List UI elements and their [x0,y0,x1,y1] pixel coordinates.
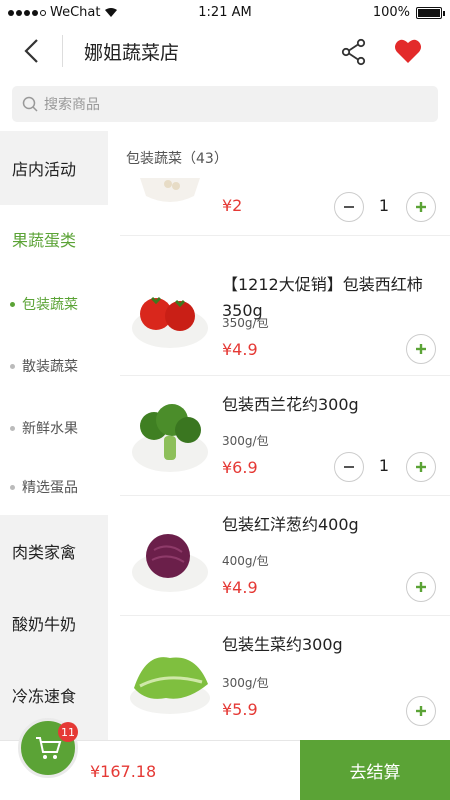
category-sidebar: 店内活动 果蔬蛋类 包装蔬菜 散装蔬菜 新鲜水果 精选蛋品 肉类家禽 酸奶牛奶 … [0,131,108,740]
plus-icon [416,202,426,212]
add-to-cart-button[interactable] [406,452,436,482]
product-price: ¥4.9 [222,578,258,597]
search-input[interactable]: 搜索商品 [12,86,438,122]
product-item-tomato[interactable]: 【1212大促销】包装西红柿350g 350g/包 ¥4.9 [120,256,450,376]
sidebar-subitem-bulk-veg[interactable]: 散装蔬菜 [0,335,108,397]
plus-icon [416,582,426,592]
product-item-lettuce[interactable]: 包装生菜约300g 300g/包 ¥5.9 [120,616,450,736]
battery-label: 100% [372,5,410,20]
favorite-heart-icon[interactable] [394,38,422,64]
product-item-onion[interactable]: 包装红洋葱约400g 400g/包 ¥4.9 [120,496,450,616]
add-to-cart-button[interactable] [406,696,436,726]
product-image-tomato [132,296,208,348]
battery-icon [416,6,445,19]
sidebar-subitem-label: 散装蔬菜 [22,359,78,375]
product-name: 包装红洋葱约400g [222,515,359,534]
product-spec: 300g/包 [222,434,269,448]
minus-icon [344,466,354,468]
sidebar-item-meat-poultry[interactable]: 肉类家禽 [0,519,108,583]
bullet-icon [10,484,15,490]
sidebar-subitem-label: 新鲜水果 [22,421,78,437]
minus-icon [344,206,354,208]
nav-divider [62,35,63,67]
sidebar-subitem-packaged-veg[interactable]: 包装蔬菜 [0,273,108,335]
product-price: ¥2 [222,196,243,215]
sidebar-item-label: 果蔬蛋类 [12,231,77,250]
nav-bar: 娜姐蔬菜店 [0,26,450,76]
status-right: 100% [372,5,445,20]
product-name: 包装西兰花约300g [222,395,359,414]
sidebar-subitem-eggs[interactable]: 精选蛋品 [0,459,108,515]
decrease-qty-button[interactable] [334,452,364,482]
share-icon[interactable] [340,38,368,66]
plus-icon [416,706,426,716]
page-title: 娜姐蔬菜店 [84,42,180,64]
add-to-cart-button[interactable] [406,334,436,364]
search-placeholder: 搜索商品 [44,97,100,113]
product-item-broccoli[interactable]: 包装西兰花约300g 300g/包 ¥6.9 1 [120,376,450,496]
product-name: 包装生菜约300g [222,635,343,654]
plus-icon [416,462,426,472]
back-icon[interactable] [18,36,48,66]
sidebar-item-fruit-veg-eggs[interactable]: 果蔬蛋类 [0,205,108,273]
category-header: 包装蔬菜（43） [126,151,228,167]
bullet-icon [10,425,15,431]
product-spec: 400g/包 [222,554,269,568]
product-spec: 300g/包 [222,676,269,690]
product-image-partial [140,178,200,202]
sidebar-item-frozen-food[interactable]: 冷冻速食 [0,663,108,727]
bullet-icon [10,301,15,307]
sidebar-item-label: 酸奶牛奶 [12,615,77,634]
quantity-value: 1 [378,196,390,215]
product-price: ¥6.9 [222,458,258,477]
product-price: ¥5.9 [222,700,258,719]
sidebar-subitem-label: 包装蔬菜 [22,297,78,313]
cart-total: ¥167.18 [90,762,157,781]
status-bar: WeChat 1:21 AM 100% [0,0,450,26]
decrease-qty-button[interactable] [334,192,364,222]
quantity-value: 1 [378,456,390,475]
bullet-icon [10,363,15,369]
plus-icon [416,344,426,354]
sidebar-item-label: 冷冻速食 [12,687,77,706]
cart-count-badge: 11 [58,722,78,742]
sidebar-subitem-label: 精选蛋品 [22,480,78,496]
sidebar-item-label: 肉类家禽 [12,543,77,562]
sidebar-item-label: 店内活动 [12,160,77,179]
product-image-lettuce [130,657,210,714]
product-item-partial[interactable]: ¥2 1 [120,178,450,236]
sidebar-subitem-fresh-fruit[interactable]: 新鲜水果 [0,397,108,459]
product-image-broccoli [132,404,208,472]
product-price: ¥4.9 [222,340,258,359]
sidebar-item-store-activities[interactable]: 店内活动 [0,137,108,199]
shopping-cart-icon [36,737,62,759]
search-icon [22,96,38,112]
add-to-cart-button[interactable] [406,572,436,602]
product-spec: 350g/包 [222,316,269,330]
add-to-cart-button[interactable] [406,192,436,222]
product-image-onion [132,534,208,592]
sidebar-item-yogurt-milk[interactable]: 酸奶牛奶 [0,591,108,655]
checkout-button[interactable]: 去结算 [300,740,450,800]
